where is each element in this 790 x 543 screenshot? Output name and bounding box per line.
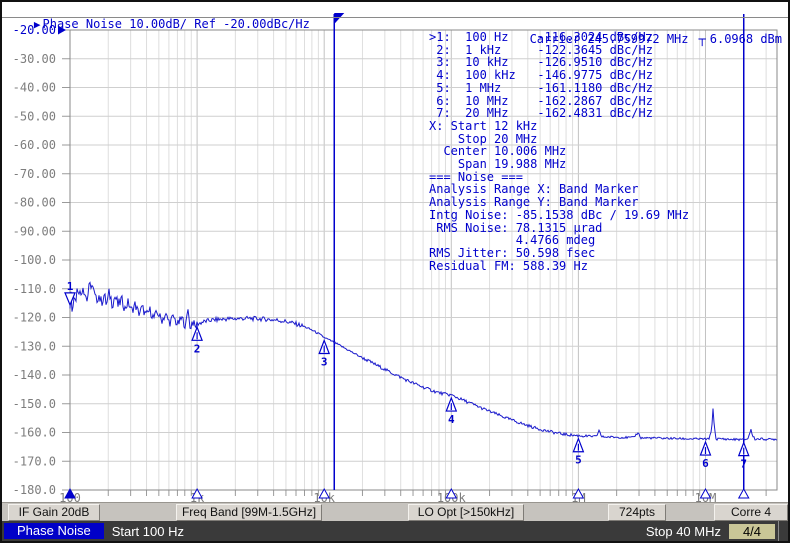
status-divider xyxy=(778,521,779,541)
svg-text:-40.00: -40.00 xyxy=(13,81,56,95)
softkey-points[interactable]: 724pts xyxy=(608,504,666,521)
svg-text:-60.00: -60.00 xyxy=(13,138,56,152)
svg-text:2: 2 xyxy=(194,342,201,355)
carrier-frequency: Carrier 245.759972 MHz xyxy=(529,32,689,46)
analyzer-screen: -20.00 -30.00 -40.00 -50.00 -60.00 -70.00 -80.… xyxy=(0,0,790,543)
carrier-power: 6.0968 dBm xyxy=(709,32,782,46)
svg-text:4: 4 xyxy=(448,413,455,426)
svg-text:-80.00: -80.00 xyxy=(13,196,56,210)
svg-text:-70.00: -70.00 xyxy=(13,167,56,181)
active-mode-tab[interactable]: Phase Noise xyxy=(4,523,104,539)
svg-text:-180.0: -180.0 xyxy=(13,483,56,497)
softkey-bar: IF Gain 20dB Freq Band [99M-1.5GHz] LO O… xyxy=(2,502,788,521)
svg-text:-160.0: -160.0 xyxy=(13,426,56,440)
svg-text:-30.00: -30.00 xyxy=(13,52,56,66)
svg-text:-100.0: -100.0 xyxy=(13,253,56,267)
svg-text:-130.0: -130.0 xyxy=(13,339,56,353)
softkey-lo-opt[interactable]: LO Opt [>150kHz] xyxy=(408,504,524,521)
svg-text:-90.00: -90.00 xyxy=(13,224,56,238)
svg-text:-140.0: -140.0 xyxy=(13,368,56,382)
svg-text:7: 7 xyxy=(740,458,747,471)
trace-title: Phase Noise 10.00dB/ Ref -20.00dBc/Hz xyxy=(42,17,310,31)
svg-text:1: 1 xyxy=(67,280,74,293)
svg-text:6: 6 xyxy=(702,457,709,470)
svg-text:-150.0: -150.0 xyxy=(13,397,56,411)
plot-grid xyxy=(62,29,777,496)
carrier-level-icon: ┬ xyxy=(698,32,706,46)
status-stop-frequency: Stop 40 MHz xyxy=(645,523,721,539)
svg-text:3: 3 xyxy=(321,355,328,368)
carrier-readout: Carrier 245.759972 MHz ┬ 6.0968 dBm xyxy=(501,18,782,60)
svg-text:-120.0: -120.0 xyxy=(13,311,56,325)
softkey-if-gain[interactable]: IF Gain 20dB xyxy=(8,504,100,521)
band-markers[interactable] xyxy=(333,13,745,490)
svg-text:-170.0: -170.0 xyxy=(13,454,56,468)
softkey-page-indicator[interactable]: 4/4 xyxy=(729,523,775,539)
trace-header: ▶ Phase Noise 10.00dB/ Ref -20.00dBc/Hz xyxy=(5,3,310,45)
svg-text:5: 5 xyxy=(575,454,582,467)
softkey-corre[interactable]: Corre 4 xyxy=(714,504,788,521)
svg-text:-110.0: -110.0 xyxy=(13,282,56,296)
softkey-freq-band[interactable]: Freq Band [99M-1.5GHz] xyxy=(176,504,322,521)
trace-select-icon: ▶ xyxy=(33,18,41,31)
trace-markers[interactable]: 1 2 3 4 5 6 7 xyxy=(64,280,750,499)
band-start-flag-icon xyxy=(334,13,345,24)
status-bar: Phase Noise Start 100 Hz Stop 40 MHz 4/4 xyxy=(2,521,788,541)
svg-text:-50.00: -50.00 xyxy=(13,109,56,123)
status-start-frequency: Start 100 Hz xyxy=(111,523,184,539)
phase-noise-plot[interactable]: -20.00-30.00-40.00-50.00-60.00-70.00-80.… xyxy=(0,0,790,543)
